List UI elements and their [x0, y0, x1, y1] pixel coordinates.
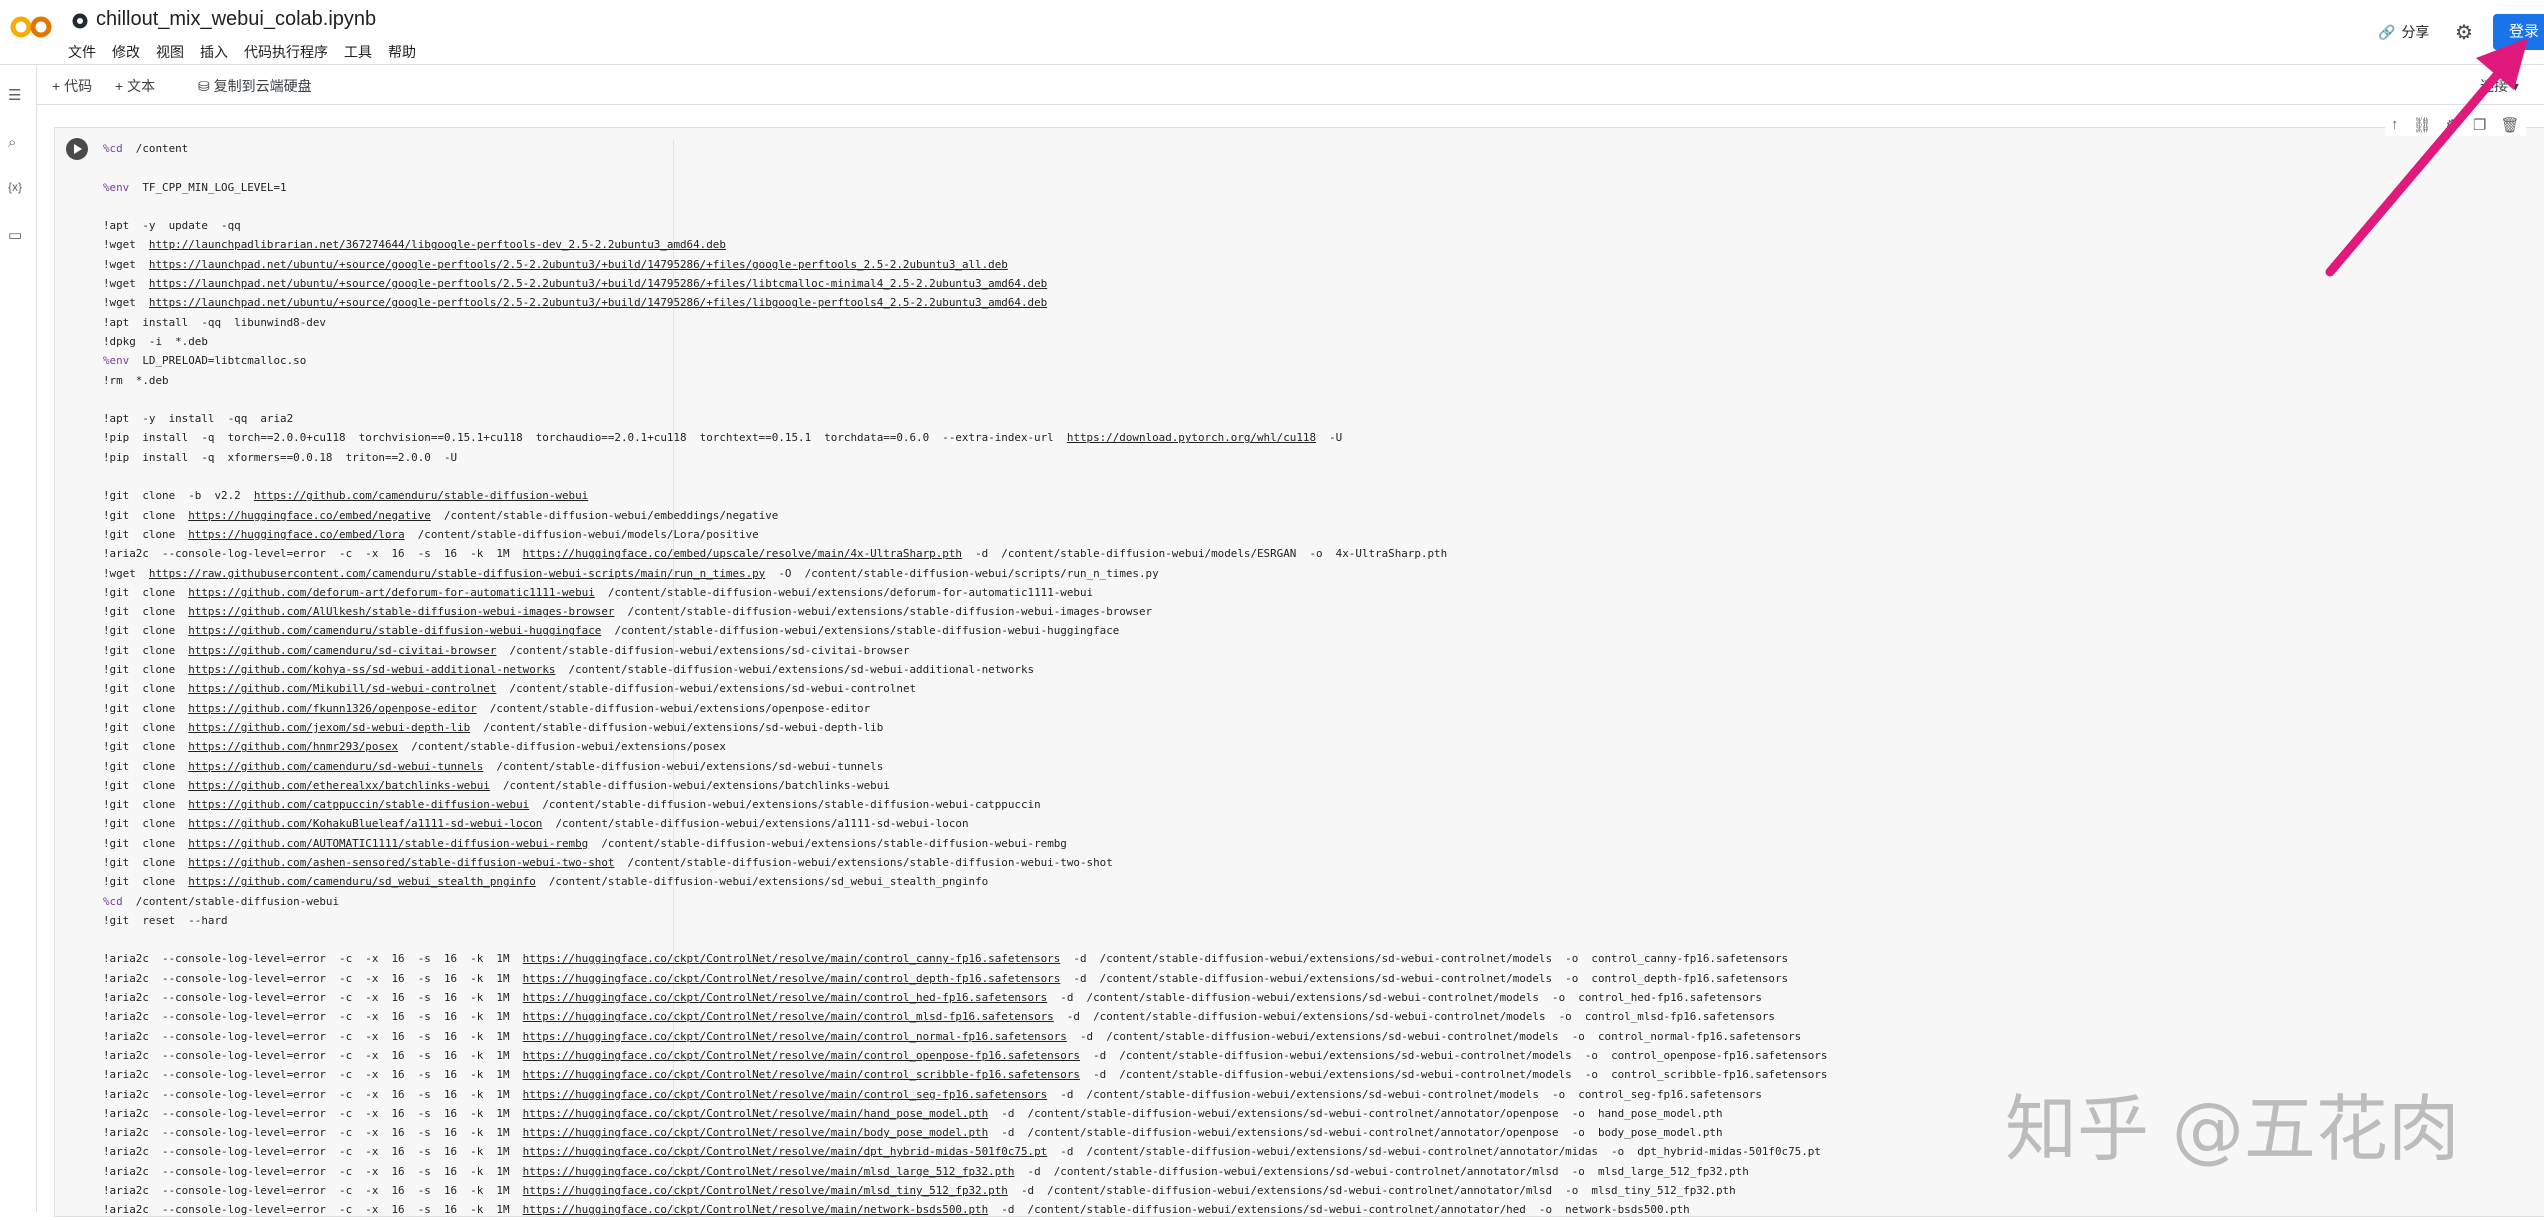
code-line[interactable]: !pip install -q torch==2.0.0+cu118 torch…: [103, 428, 1827, 447]
code-line[interactable]: !aria2c --console-log-level=error -c -x …: [103, 988, 1827, 1007]
code-line[interactable]: !aria2c --console-log-level=error -c -x …: [103, 544, 1827, 563]
code-line[interactable]: %env LD_PRELOAD=libtcmalloc.so: [103, 351, 1827, 370]
code-line[interactable]: !git clone https://huggingface.co/embed/…: [103, 525, 1827, 544]
code-line[interactable]: !wget https://raw.githubusercontent.com/…: [103, 564, 1827, 583]
code-line[interactable]: !aria2c --console-log-level=error -c -x …: [103, 1065, 1827, 1084]
menu-item-1[interactable]: 修改: [112, 42, 140, 62]
annotation-arrow-icon: [2325, 38, 2528, 277]
code-line[interactable]: %cd /content: [103, 139, 1827, 158]
code-line[interactable]: !aria2c --console-log-level=error -c -x …: [103, 1200, 1827, 1219]
code-line[interactable]: !rm *.deb: [103, 371, 1827, 390]
code-line[interactable]: !aria2c --console-log-level=error -c -x …: [103, 969, 1827, 988]
code-line[interactable]: !aria2c --console-log-level=error -c -x …: [103, 1085, 1827, 1104]
code-line[interactable]: !git clone https://github.com/camenduru/…: [103, 757, 1827, 776]
code-line[interactable]: !git clone https://github.com/camenduru/…: [103, 621, 1827, 640]
zhihu-watermark: 知乎 @五花肉: [2005, 1087, 2460, 1171]
code-line[interactable]: !aria2c --console-log-level=error -c -x …: [103, 1007, 1827, 1026]
search-icon[interactable]: ⌕: [8, 134, 16, 151]
menu-item-6[interactable]: 帮助: [388, 42, 416, 62]
code-line[interactable]: !git clone https://github.com/hnmr293/po…: [103, 737, 1827, 756]
code-line[interactable]: !git clone https://github.com/etherealxx…: [103, 776, 1827, 795]
left-sidebar: ☰ ⌕ {x} ▭: [0, 66, 37, 1212]
code-line[interactable]: !aria2c --console-log-level=error -c -x …: [103, 1142, 1827, 1161]
colab-header: chillout_mix_webui_colab.ipynb 文件 修改 视图 插入代…: [0, 0, 2544, 64]
copy-drive-button[interactable]: ⛁ 复制到云端硬盘: [198, 76, 312, 96]
copy-drive-label: 复制到云端硬盘: [213, 78, 312, 94]
code-line[interactable]: !git reset --hard: [103, 911, 1827, 930]
code-line[interactable]: !dpkg -i *.deb: [103, 332, 1827, 351]
code-line[interactable]: !wget http://launchpadlibrarian.net/3672…: [103, 235, 1827, 254]
notebook-title-text[interactable]: chillout_mix_webui_colab.ipynb: [96, 8, 376, 31]
header-divider: [0, 64, 2544, 65]
menu-item-3[interactable]: 插入: [200, 42, 228, 62]
code-line[interactable]: [103, 467, 1827, 486]
code-line[interactable]: !aria2c --console-log-level=error -c -x …: [103, 1181, 1827, 1200]
code-line[interactable]: !git clone -b v2.2 https://github.com/ca…: [103, 486, 1827, 505]
code-line[interactable]: !git clone https://github.com/jexom/sd-w…: [103, 718, 1827, 737]
code-line[interactable]: [103, 158, 1827, 177]
code-line[interactable]: !git clone https://github.com/AlUlkesh/s…: [103, 602, 1827, 621]
code-line[interactable]: [103, 197, 1827, 216]
files-folder-icon[interactable]: ▭: [8, 226, 22, 244]
code-line[interactable]: !git clone https://github.com/camenduru/…: [103, 872, 1827, 891]
code-line[interactable]: !aria2c --console-log-level=error -c -x …: [103, 1027, 1827, 1046]
colab-logo-icon[interactable]: [10, 14, 54, 40]
code-line[interactable]: !apt install -qq libunwind8-dev: [103, 313, 1827, 332]
code-line[interactable]: !wget https://launchpad.net/ubuntu/+sour…: [103, 274, 1827, 293]
menu-item-5[interactable]: 工具: [344, 42, 372, 62]
code-line[interactable]: !git clone https://github.com/catppuccin…: [103, 795, 1827, 814]
code-line[interactable]: !git clone https://github.com/AUTOMATIC1…: [103, 834, 1827, 853]
github-icon: [72, 13, 88, 29]
code-line[interactable]: !git clone https://github.com/fkunn1326/…: [103, 699, 1827, 718]
variables-icon[interactable]: {x}: [8, 180, 22, 194]
code-line[interactable]: !wget https://launchpad.net/ubuntu/+sour…: [103, 255, 1827, 274]
menu-item-0[interactable]: 文件: [68, 42, 96, 62]
code-editor[interactable]: %cd /content %env TF_CPP_MIN_LOG_LEVEL=1…: [103, 139, 1827, 1220]
code-line[interactable]: !pip install -q xformers==0.0.18 triton=…: [103, 448, 1827, 467]
code-line[interactable]: !git clone https://github.com/KohakuBlue…: [103, 814, 1827, 833]
add-code-button[interactable]: + 代码: [52, 76, 92, 96]
menu-item-2[interactable]: 视图: [156, 42, 184, 62]
code-line[interactable]: !git clone https://github.com/camenduru/…: [103, 641, 1827, 660]
code-line[interactable]: !aria2c --console-log-level=error -c -x …: [103, 1104, 1827, 1123]
add-text-button[interactable]: + 文本: [115, 76, 155, 96]
notebook-toolbar: + 代码 + 文本 ⛁ 复制到云端硬盘: [0, 66, 2544, 105]
code-line[interactable]: !apt -y install -qq aria2: [103, 409, 1827, 428]
code-line[interactable]: !git clone https://github.com/ashen-sens…: [103, 853, 1827, 872]
code-line[interactable]: !git clone https://github.com/deforum-ar…: [103, 583, 1827, 602]
code-line[interactable]: [103, 930, 1827, 949]
code-line[interactable]: %env TF_CPP_MIN_LOG_LEVEL=1: [103, 178, 1827, 197]
menu-bar: 文件 修改 视图 插入 代码执行程序 工具 帮助: [68, 42, 416, 62]
code-line[interactable]: !aria2c --console-log-level=error -c -x …: [103, 1123, 1827, 1142]
code-line[interactable]: !aria2c --console-log-level=error -c -x …: [103, 1162, 1827, 1181]
run-cell-button[interactable]: [66, 138, 88, 160]
code-line[interactable]: !wget https://launchpad.net/ubuntu/+sour…: [103, 293, 1827, 312]
menu-item-4[interactable]: 代码执行程序: [244, 42, 328, 62]
code-line[interactable]: !git clone https://github.com/kohya-ss/s…: [103, 660, 1827, 679]
code-line[interactable]: !git clone https://github.com/Mikubill/s…: [103, 679, 1827, 698]
code-line[interactable]: !git clone https://huggingface.co/embed/…: [103, 506, 1827, 525]
code-line[interactable]: !aria2c --console-log-level=error -c -x …: [103, 1046, 1827, 1065]
code-line[interactable]: !aria2c --console-log-level=error -c -x …: [103, 949, 1827, 968]
drive-icon: ⛁: [198, 78, 214, 94]
table-of-contents-icon[interactable]: ☰: [8, 86, 21, 104]
code-line[interactable]: !apt -y update -qq: [103, 216, 1827, 235]
code-line[interactable]: %cd /content/stable-diffusion-webui: [103, 892, 1827, 911]
code-line[interactable]: [103, 390, 1827, 409]
